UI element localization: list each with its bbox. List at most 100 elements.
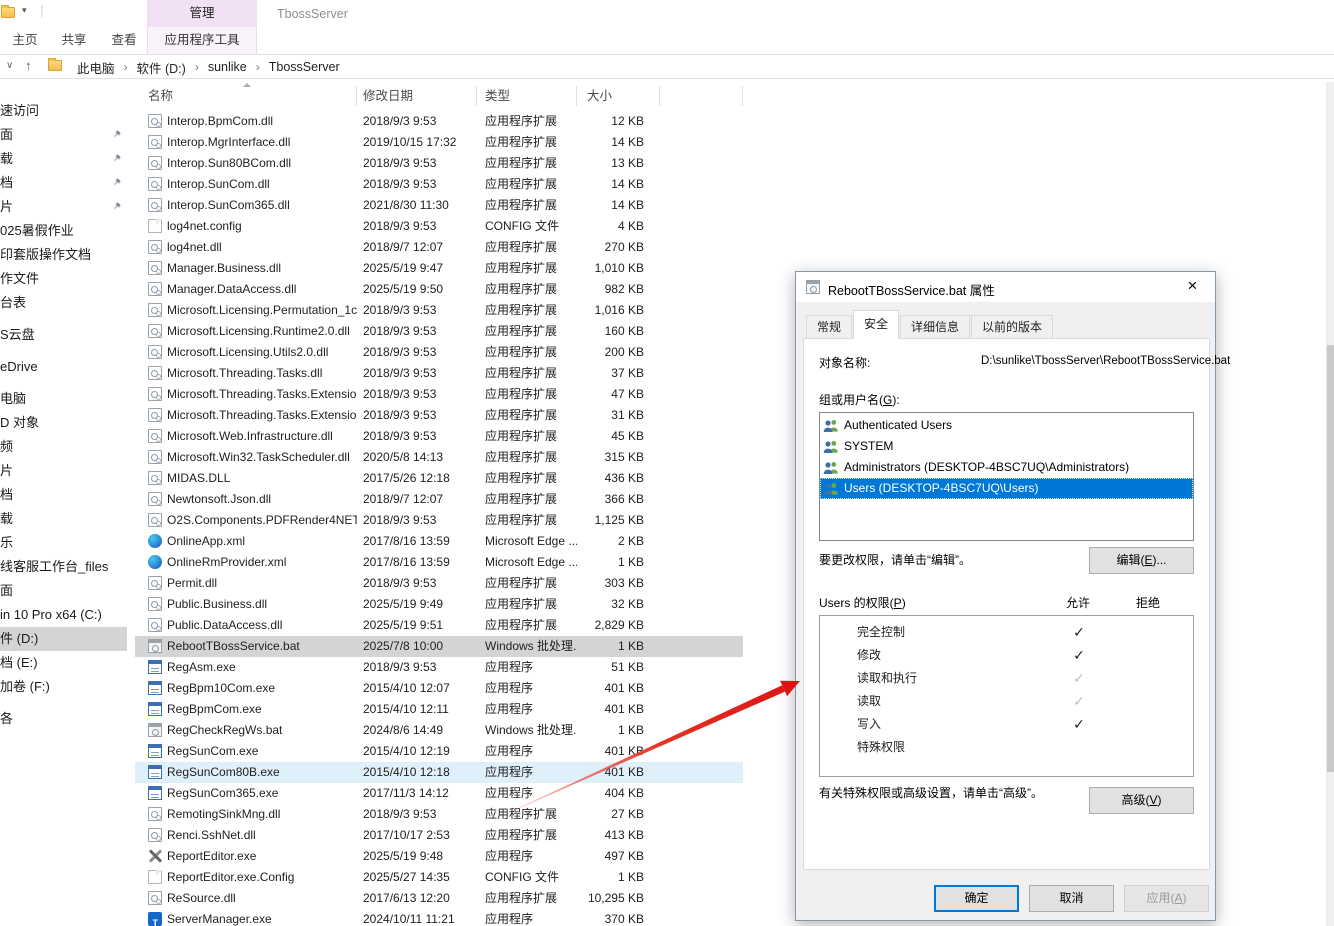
file-row[interactable]: RebootTBossService.bat2025/7/8 10:00Wind… [135, 636, 743, 657]
cancel-button[interactable]: 取消 [1029, 885, 1114, 912]
file-row[interactable]: OnlineApp.xml2017/8/16 13:59Microsoft Ed… [135, 531, 743, 552]
file-row[interactable]: RegCheckRegWs.bat2024/8/6 14:49Windows 批… [135, 720, 743, 741]
breadcrumb-item-2[interactable]: sunlike [201, 60, 254, 74]
file-row[interactable]: Microsoft.Threading.Tasks.Extension...20… [135, 384, 743, 405]
file-row[interactable]: Interop.SunCom365.dll2021/8/30 11:30应用程序… [135, 195, 743, 216]
sidebar-item[interactable]: 作文件 [0, 267, 127, 291]
principal-item[interactable]: Administrators (DESKTOP-4BSC7UQ\Administ… [820, 457, 1193, 478]
sidebar-item[interactable]: 片 [0, 195, 127, 219]
file-row[interactable]: RegBpm10Com.exe2015/4/10 12:07应用程序401 KB [135, 678, 743, 699]
file-row[interactable]: Microsoft.Licensing.Permutation_1cc0...2… [135, 300, 743, 321]
file-row[interactable]: Public.DataAccess.dll2025/5/19 9:51应用程序扩… [135, 615, 743, 636]
sidebar-item[interactable]: 乐 [0, 531, 127, 555]
file-date-cell: 2017/6/13 12:20 [357, 888, 477, 909]
file-row[interactable]: Microsoft.Win32.TaskScheduler.dll2020/5/… [135, 447, 743, 468]
file-row[interactable]: ReportEditor.exe2025/5/19 9:48应用程序497 KB [135, 846, 743, 867]
sidebar-item[interactable]: 档 [0, 483, 127, 507]
quick-access-folder-icon[interactable] [1, 7, 15, 21]
breadcrumb-item-3[interactable]: TbossServer [262, 60, 347, 74]
breadcrumb-item-0[interactable]: 此电脑 [70, 58, 122, 77]
file-size-cell: 12 KB [577, 111, 660, 132]
edit-button[interactable]: 编辑(E)... [1089, 547, 1194, 574]
file-row[interactable]: Renci.SshNet.dll2017/10/17 2:53应用程序扩展413… [135, 825, 743, 846]
column-header-1[interactable]: 修改日期 [357, 82, 477, 110]
breadcrumb-item-1[interactable]: 软件 (D:) [130, 58, 193, 77]
file-row[interactable]: Microsoft.Licensing.Utils2.0.dll2018/9/3… [135, 342, 743, 363]
file-row[interactable]: Manager.Business.dll2025/5/19 9:47应用程序扩展… [135, 258, 743, 279]
file-row[interactable]: ServerManager.exe2024/10/11 11:21应用程序370… [135, 909, 743, 926]
dll-file-icon [148, 807, 162, 821]
ribbon-tab-2[interactable]: 查看 [107, 27, 141, 54]
file-row[interactable]: Microsoft.Threading.Tasks.dll2018/9/3 9:… [135, 363, 743, 384]
file-row[interactable]: log4net.dll2018/9/7 12:07应用程序扩展270 KB [135, 237, 743, 258]
tab-application-tools[interactable]: 应用程序工具 [147, 27, 257, 54]
file-row[interactable]: Microsoft.Web.Infrastructure.dll2018/9/3… [135, 426, 743, 447]
file-row[interactable]: Permit.dll2018/9/3 9:53应用程序扩展303 KB [135, 573, 743, 594]
ribbon-tab-1[interactable]: 共享 [56, 27, 92, 54]
column-header-3[interactable]: 大小 [577, 82, 660, 110]
file-row[interactable]: Interop.Sun80BCom.dll2018/9/3 9:53应用程序扩展… [135, 153, 743, 174]
sidebar-item[interactable]: 面 [0, 123, 127, 147]
sidebar-item[interactable]: 载 [0, 147, 127, 171]
sidebar-item[interactable]: 台表 [0, 291, 127, 315]
ok-button[interactable]: 确定 [934, 885, 1019, 912]
group-usernames-listbox[interactable]: Authenticated UsersSYSTEMAdministrators … [819, 412, 1194, 541]
file-row[interactable]: O2S.Components.PDFRender4NET.dll2018/9/3… [135, 510, 743, 531]
sidebar-item[interactable]: 档 (E:) [0, 651, 127, 675]
sidebar-item[interactable]: in 10 Pro x64 (C:) [0, 603, 127, 627]
close-icon[interactable]: × [1170, 272, 1215, 302]
file-row[interactable]: Microsoft.Licensing.Runtime2.0.dll2018/9… [135, 321, 743, 342]
dialog-tab-以前的版本[interactable]: 以前的版本 [971, 315, 1053, 339]
principal-item[interactable]: Users (DESKTOP-4BSC7UQ\Users) [820, 478, 1193, 499]
file-row[interactable]: Interop.SunCom.dll2018/9/3 9:53应用程序扩展14 … [135, 174, 743, 195]
file-row[interactable]: RegSunCom.exe2015/4/10 12:19应用程序401 KB [135, 741, 743, 762]
sidebar-item[interactable]: 加卷 (F:) [0, 675, 127, 699]
advanced-button[interactable]: 高级(V) [1089, 787, 1194, 814]
sidebar-item[interactable]: 各 [0, 707, 127, 731]
sidebar-item[interactable]: 线客服工作台_files [0, 555, 127, 579]
sidebar-item[interactable]: 件 (D:) [0, 627, 127, 651]
file-row[interactable]: ReportEditor.exe.Config2025/5/27 14:35CO… [135, 867, 743, 888]
qat-dropdown-icon[interactable]: ▾ [22, 5, 27, 16]
dialog-tab-常规[interactable]: 常规 [806, 315, 852, 339]
file-row[interactable]: MIDAS.DLL2017/5/26 12:18应用程序扩展436 KB [135, 468, 743, 489]
principal-item[interactable]: SYSTEM [820, 436, 1193, 457]
sidebar-item[interactable]: 印套版操作文档 [0, 243, 127, 267]
file-row[interactable]: Public.Business.dll2025/5/19 9:49应用程序扩展3… [135, 594, 743, 615]
file-row[interactable]: RemotingSinkMng.dll2018/9/3 9:53应用程序扩展27… [135, 804, 743, 825]
file-row[interactable]: log4net.config2018/9/3 9:53CONFIG 文件4 KB [135, 216, 743, 237]
sidebar-item[interactable]: 电脑 [0, 387, 127, 411]
dialog-tab-strip: 常规安全详细信息以前的版本 [806, 312, 1054, 339]
ribbon-tab-0[interactable]: 主页 [8, 27, 42, 54]
sidebar-item[interactable]: 速访问 [0, 99, 127, 123]
column-header-0[interactable]: 名称 [135, 82, 357, 110]
dialog-tab-安全[interactable]: 安全 [853, 310, 899, 339]
sidebar-item[interactable]: 载 [0, 507, 127, 531]
up-one-level-icon[interactable]: ↑ [25, 58, 32, 73]
principal-item[interactable]: Authenticated Users [820, 415, 1193, 436]
scrollbar-thumb[interactable] [1327, 345, 1334, 772]
file-row[interactable]: RegAsm.exe2018/9/3 9:53应用程序51 KB [135, 657, 743, 678]
file-row[interactable]: Interop.MgrInterface.dll2019/10/15 17:32… [135, 132, 743, 153]
recent-locations-chevron-icon[interactable]: ∨ [6, 60, 13, 71]
sidebar-item[interactable]: eDrive [0, 355, 127, 379]
dialog-tab-详细信息[interactable]: 详细信息 [900, 315, 970, 339]
file-row[interactable]: RegSunCom365.exe2017/11/3 14:12应用程序404 K… [135, 783, 743, 804]
sidebar-item[interactable]: 频 [0, 435, 127, 459]
file-row[interactable]: Newtonsoft.Json.dll2018/9/7 12:07应用程序扩展3… [135, 489, 743, 510]
column-header-2[interactable]: 类型 [477, 82, 577, 110]
file-row[interactable]: Manager.DataAccess.dll2025/5/19 9:50应用程序… [135, 279, 743, 300]
vertical-scrollbar[interactable] [1326, 82, 1334, 926]
sidebar-item[interactable]: 档 [0, 171, 127, 195]
file-row[interactable]: Interop.BpmCom.dll2018/9/3 9:53应用程序扩展12 … [135, 111, 743, 132]
sidebar-item[interactable]: 片 [0, 459, 127, 483]
file-row[interactable]: ReSource.dll2017/6/13 12:20应用程序扩展10,295 … [135, 888, 743, 909]
sidebar-item[interactable]: D 对象 [0, 411, 127, 435]
sidebar-item[interactable]: 面 [0, 579, 127, 603]
sidebar-item[interactable]: 025暑假作业 [0, 219, 127, 243]
sidebar-item[interactable]: S云盘 [0, 323, 127, 347]
file-row[interactable]: OnlineRmProvider.xml2017/8/16 13:59Micro… [135, 552, 743, 573]
file-row[interactable]: RegBpmCom.exe2015/4/10 12:11应用程序401 KB [135, 699, 743, 720]
file-row[interactable]: RegSunCom80B.exe2015/4/10 12:18应用程序401 K… [135, 762, 743, 783]
file-row[interactable]: Microsoft.Threading.Tasks.Extension...20… [135, 405, 743, 426]
